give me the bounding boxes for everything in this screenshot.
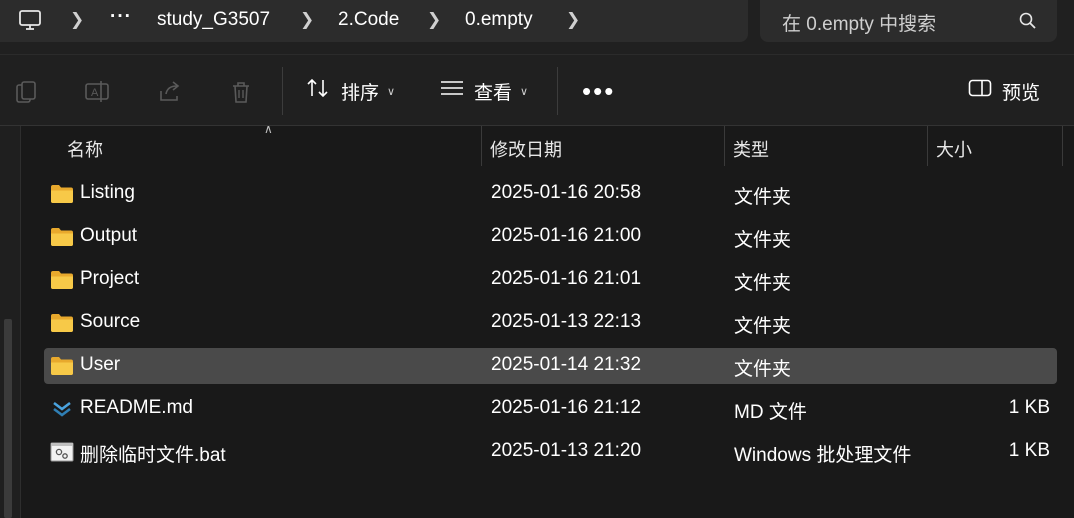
more-options-button[interactable]: •••	[582, 78, 615, 104]
address-bar[interactable]: ❯ ··· study_G3507 ❯ 2.Code ❯ 0.empty ❯	[0, 0, 748, 42]
preview-button[interactable]: 预览	[968, 77, 1040, 105]
delete-icon[interactable]	[228, 79, 254, 105]
toolbar-divider	[557, 67, 558, 115]
folder-icon	[50, 355, 74, 382]
preview-label: 预览	[1002, 82, 1041, 104]
chevron-right-icon[interactable]: ❯	[427, 10, 441, 30]
chevron-down-icon: ∨	[520, 85, 529, 98]
file-modified-date: 2025-01-16 21:12	[491, 397, 642, 418]
file-modified-date: 2025-01-14 21:32	[491, 354, 642, 375]
file-modified-date: 2025-01-13 21:20	[491, 440, 642, 461]
computer-icon[interactable]	[18, 8, 42, 38]
file-modified-date: 2025-01-16 20:58	[491, 182, 642, 203]
column-header-modified[interactable]: 修改日期	[490, 136, 562, 162]
file-name: README.md	[80, 397, 193, 418]
file-row[interactable]: Project 2025-01-16 21:01 文件夹	[44, 262, 1057, 298]
chevron-right-icon[interactable]: ❯	[300, 10, 314, 30]
svg-text:A: A	[91, 87, 99, 99]
share-icon[interactable]	[157, 79, 183, 105]
search-input[interactable]: 在 0.empty 中搜索	[782, 9, 936, 36]
nav-scrollbar[interactable]	[4, 319, 12, 518]
column-header-type[interactable]: 类型	[733, 136, 769, 162]
file-row[interactable]: README.md 2025-01-16 21:12 MD 文件 1 KB	[44, 391, 1057, 427]
rename-icon[interactable]: A	[84, 79, 110, 105]
file-type: 文件夹	[734, 316, 792, 337]
column-header-row: 名称 修改日期 类型 大小	[21, 126, 1074, 166]
file-type: MD 文件	[734, 402, 807, 423]
column-header-size[interactable]: 大小	[936, 136, 972, 162]
sort-icon	[305, 76, 331, 106]
batch-file-icon	[50, 441, 74, 468]
file-type: 文件夹	[734, 187, 792, 208]
breadcrumb-code[interactable]: 2.Code	[338, 9, 399, 31]
view-list-icon	[440, 78, 464, 104]
column-divider[interactable]	[927, 126, 928, 166]
markdown-file-icon	[50, 398, 74, 425]
file-name: 删除临时文件.bat	[80, 445, 226, 466]
folder-icon	[50, 312, 74, 339]
search-icon[interactable]	[1018, 11, 1038, 36]
column-header-name[interactable]: 名称	[67, 136, 103, 162]
breadcrumb-overflow[interactable]: ···	[110, 6, 132, 28]
file-row[interactable]: User 2025-01-14 21:32 文件夹	[44, 348, 1057, 384]
file-name: Source	[80, 311, 141, 332]
file-modified-date: 2025-01-13 22:13	[491, 311, 642, 332]
breadcrumb-study[interactable]: study_G3507	[157, 9, 270, 31]
folder-icon	[50, 269, 74, 296]
column-divider[interactable]	[724, 126, 725, 166]
column-divider[interactable]	[481, 126, 482, 166]
breadcrumb-empty[interactable]: 0.empty	[465, 9, 533, 31]
file-modified-date: 2025-01-16 21:00	[491, 225, 642, 246]
file-type: 文件夹	[734, 273, 792, 294]
file-type: 文件夹	[734, 359, 792, 380]
file-row[interactable]: 删除临时文件.bat 2025-01-13 21:20 Windows 批处理文件 1…	[44, 434, 1057, 470]
chevron-down-icon: ∨	[387, 85, 396, 98]
file-size: 1 KB	[1008, 440, 1050, 461]
view-label: 查看	[474, 82, 513, 104]
file-modified-date: 2025-01-16 21:01	[491, 268, 642, 289]
toolbar-divider	[282, 67, 283, 115]
chevron-right-icon[interactable]: ❯	[566, 10, 580, 30]
file-type: 文件夹	[734, 230, 792, 251]
navigation-pane	[0, 126, 21, 518]
file-name: User	[80, 354, 121, 375]
folder-icon	[50, 226, 74, 253]
file-row[interactable]: Listing 2025-01-16 20:58 文件夹	[44, 176, 1057, 212]
file-name: Project	[80, 268, 140, 289]
command-bar: A 排序 ∨ 查看 ∨ ••• 预览	[0, 55, 1074, 126]
file-type: Windows 批处理文件	[734, 445, 912, 466]
copy-icon[interactable]	[13, 79, 39, 105]
search-box[interactable]: 在 0.empty 中搜索	[760, 0, 1057, 42]
chevron-right-icon[interactable]: ❯	[70, 10, 84, 30]
address-area: ❯ ··· study_G3507 ❯ 2.Code ❯ 0.empty ❯ 在…	[0, 0, 1074, 55]
sort-button[interactable]: 排序 ∨	[305, 77, 395, 105]
file-name: Output	[80, 225, 138, 246]
file-name: Listing	[80, 182, 135, 203]
view-button[interactable]: 查看 ∨	[440, 77, 528, 105]
file-row[interactable]: Source 2025-01-13 22:13 文件夹	[44, 305, 1057, 341]
file-row[interactable]: Output 2025-01-16 21:00 文件夹	[44, 219, 1057, 255]
column-divider[interactable]	[1062, 126, 1063, 166]
preview-pane-icon	[968, 78, 992, 104]
file-size: 1 KB	[1008, 397, 1050, 418]
folder-icon	[50, 183, 74, 210]
sort-label: 排序	[341, 82, 380, 104]
